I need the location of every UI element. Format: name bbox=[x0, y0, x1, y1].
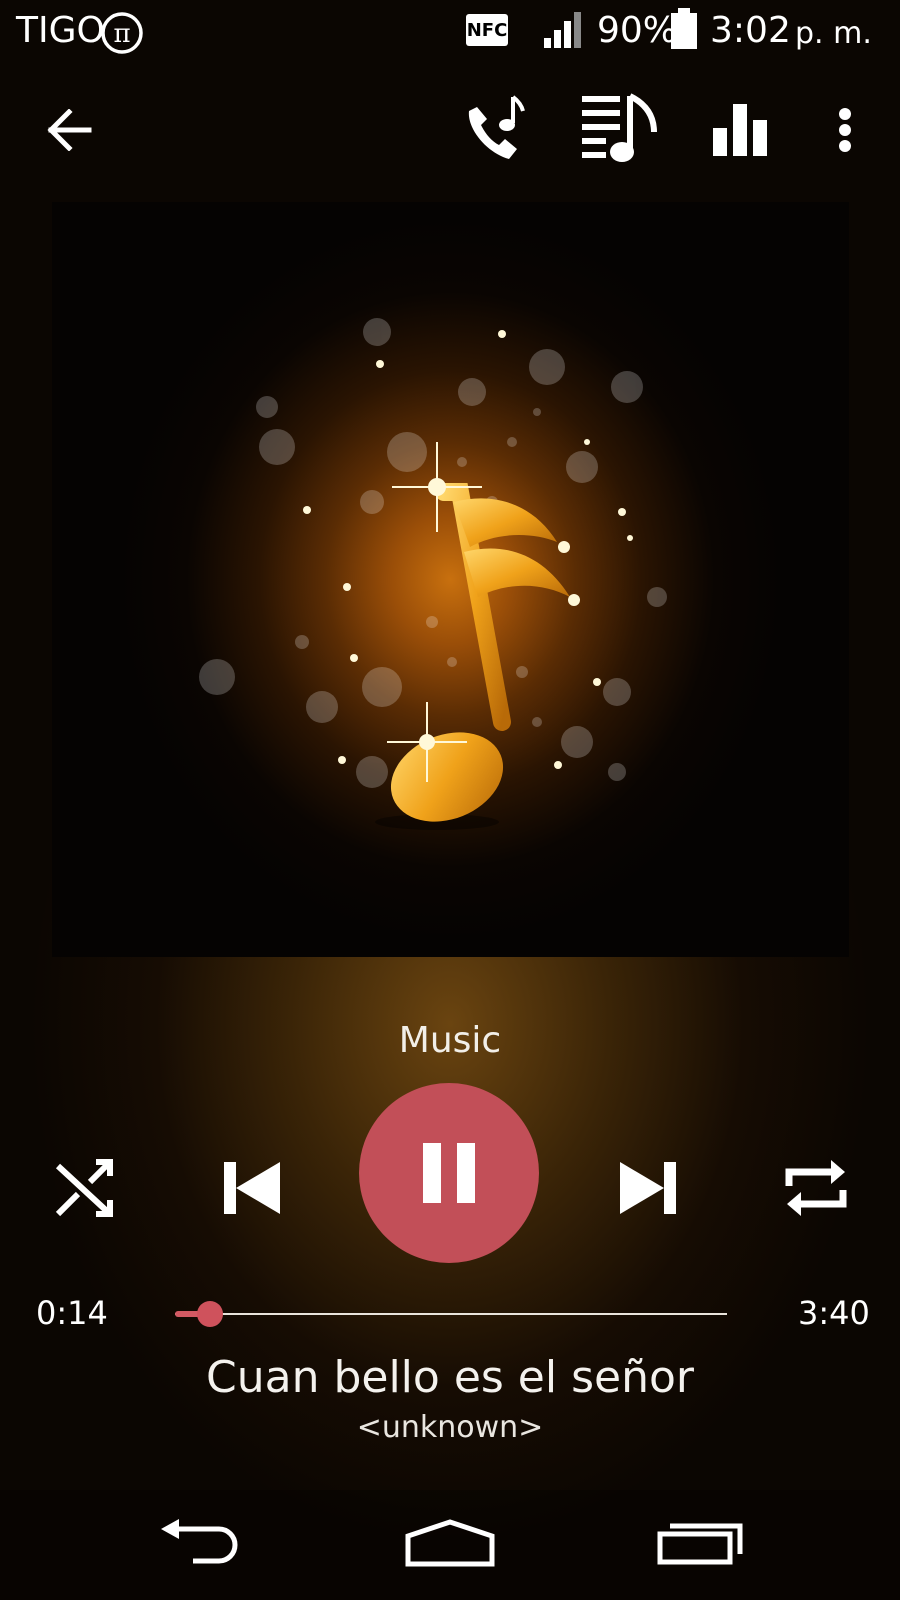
skip-previous-icon bbox=[224, 1162, 280, 1214]
playlist-icon[interactable] bbox=[578, 88, 662, 172]
call-ringtone-icon[interactable] bbox=[455, 86, 539, 172]
total-time: 3:40 bbox=[798, 1294, 870, 1332]
pi-circle-icon: π bbox=[100, 11, 144, 59]
battery-icon bbox=[670, 8, 698, 54]
clock-time: 3:02 bbox=[710, 10, 791, 51]
svg-text:π: π bbox=[113, 19, 130, 49]
nfc-icon: NFC bbox=[466, 14, 508, 46]
carrier-name: TIGO bbox=[16, 10, 105, 51]
signal-icon bbox=[543, 10, 583, 54]
pause-button[interactable] bbox=[359, 1083, 539, 1263]
battery-percentage: 90% bbox=[597, 10, 678, 51]
music-note-artwork bbox=[199, 318, 667, 830]
equalizer-icon[interactable] bbox=[700, 90, 780, 170]
clock-ampm: p. m. bbox=[795, 16, 872, 51]
back-arrow-icon[interactable] bbox=[30, 90, 110, 170]
navigation-bar bbox=[0, 1490, 900, 1600]
nav-home-icon[interactable] bbox=[400, 1508, 500, 1578]
repeat-icon bbox=[785, 1160, 847, 1216]
previous-button[interactable] bbox=[214, 1150, 290, 1226]
next-button[interactable] bbox=[610, 1150, 686, 1226]
shuffle-icon bbox=[55, 1159, 113, 1217]
song-title: Cuan bello es el señor bbox=[206, 1352, 694, 1403]
source-label: Music bbox=[398, 1020, 502, 1061]
skip-next-icon bbox=[620, 1162, 676, 1214]
song-artist: <unknown> bbox=[356, 1410, 544, 1445]
status-bar: TIGO π NFC 90% 3:02 p. m. bbox=[0, 0, 900, 66]
seek-thumb[interactable] bbox=[197, 1301, 223, 1327]
album-art bbox=[52, 202, 849, 957]
seek-bar[interactable] bbox=[175, 1313, 727, 1315]
shuffle-button[interactable] bbox=[46, 1150, 122, 1226]
nav-back-icon[interactable] bbox=[150, 1508, 250, 1578]
action-bar bbox=[0, 90, 900, 180]
nav-recents-icon[interactable] bbox=[650, 1508, 750, 1578]
pause-icon bbox=[423, 1143, 475, 1203]
elapsed-time: 0:14 bbox=[36, 1294, 108, 1332]
overflow-menu-icon[interactable] bbox=[815, 90, 875, 170]
repeat-button[interactable] bbox=[774, 1146, 858, 1230]
